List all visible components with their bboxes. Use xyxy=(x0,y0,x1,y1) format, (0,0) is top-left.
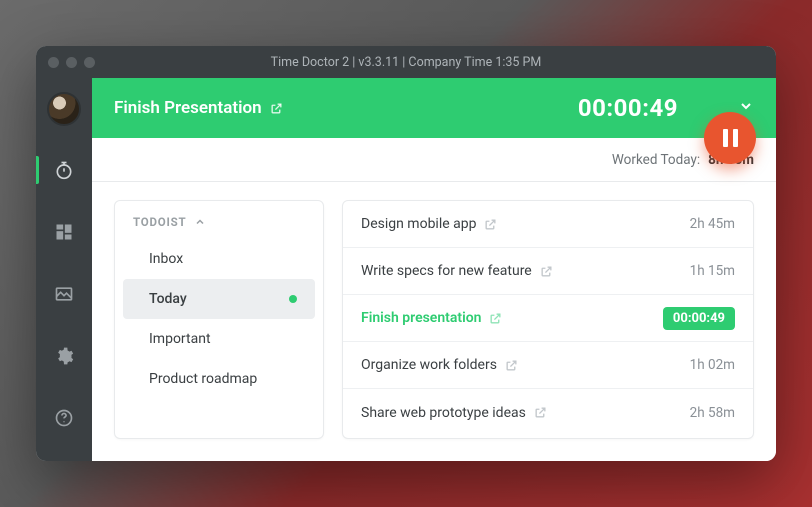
task-time: 2h 45m xyxy=(690,216,735,232)
active-dot-icon xyxy=(289,295,297,303)
folder-label: Inbox xyxy=(149,251,183,267)
window-controls[interactable] xyxy=(48,57,95,68)
folder-label: Important xyxy=(149,331,211,347)
app-window: Time Doctor 2 | v3.3.11 | Company Time 1… xyxy=(36,46,776,461)
task-time: 1h 02m xyxy=(690,357,735,373)
project-panel: TODOIST Inbox Today Important xyxy=(114,200,324,439)
help-icon xyxy=(54,408,74,428)
nav-screenshots[interactable] xyxy=(36,276,92,312)
nav-timer[interactable] xyxy=(36,152,92,188)
stopwatch-icon xyxy=(54,160,74,180)
image-icon xyxy=(54,284,74,304)
current-task-title[interactable]: Finish Presentation xyxy=(114,98,283,118)
pause-button[interactable] xyxy=(704,112,756,164)
gear-icon xyxy=(54,346,74,366)
folder-important[interactable]: Important xyxy=(123,319,315,359)
folder-today[interactable]: Today xyxy=(123,279,315,319)
task-row[interactable]: Write specs for new feature 1h 15m xyxy=(343,248,753,295)
grid-icon xyxy=(54,222,74,242)
folder-inbox[interactable]: Inbox xyxy=(123,239,315,279)
window-title: Time Doctor 2 | v3.3.11 | Company Time 1… xyxy=(36,55,776,70)
external-link-icon xyxy=(489,312,502,325)
timer-header: Finish Presentation 00:00:49 xyxy=(92,78,776,138)
close-dot[interactable] xyxy=(48,57,59,68)
task-name: Organize work folders xyxy=(361,357,497,373)
external-link-icon xyxy=(484,218,497,231)
sidebar xyxy=(36,78,92,461)
task-row[interactable]: Organize work folders 1h 02m xyxy=(343,342,753,389)
nav-dashboard[interactable] xyxy=(36,214,92,250)
task-name: Write specs for new feature xyxy=(361,263,532,279)
external-link-icon xyxy=(270,102,283,115)
task-panel: Design mobile app 2h 45m Write specs for… xyxy=(342,200,754,439)
pause-icon xyxy=(723,129,738,147)
titlebar: Time Doctor 2 | v3.3.11 | Company Time 1… xyxy=(36,46,776,78)
external-link-icon xyxy=(540,265,553,278)
folder-label: Today xyxy=(149,291,187,307)
folder-list: Inbox Today Important Product roadmap xyxy=(115,239,323,399)
timer-display: 00:00:49 xyxy=(578,94,678,122)
task-time: 00:00:49 xyxy=(663,307,735,330)
chevron-up-icon xyxy=(194,216,206,228)
nav-help[interactable] xyxy=(36,400,92,436)
current-task-name: Finish Presentation xyxy=(114,98,262,118)
task-row-active[interactable]: Finish presentation 00:00:49 xyxy=(343,295,753,342)
task-name: Share web prototype ideas xyxy=(361,405,526,421)
main-area: Finish Presentation 00:00:49 Worked Toda… xyxy=(92,78,776,461)
task-name: Design mobile app xyxy=(361,216,476,232)
worked-today-label: Worked Today: xyxy=(612,152,700,168)
maximize-dot[interactable] xyxy=(84,57,95,68)
avatar[interactable] xyxy=(47,92,81,126)
task-row[interactable]: Design mobile app 2h 45m xyxy=(343,201,753,248)
external-link-icon xyxy=(534,406,547,419)
folder-label: Product roadmap xyxy=(149,371,257,387)
minimize-dot[interactable] xyxy=(66,57,77,68)
folder-product-roadmap[interactable]: Product roadmap xyxy=(123,359,315,399)
nav-settings[interactable] xyxy=(36,338,92,374)
external-link-icon xyxy=(505,359,518,372)
worked-today-row: Worked Today: 8h 15m xyxy=(92,138,776,182)
task-row[interactable]: Share web prototype ideas 2h 58m xyxy=(343,389,753,436)
task-time: 2h 58m xyxy=(690,405,735,421)
chevron-down-icon xyxy=(738,98,754,114)
task-name: Finish presentation xyxy=(361,310,481,326)
task-time: 1h 15m xyxy=(690,263,735,279)
integration-title: TODOIST xyxy=(133,215,186,229)
integration-header[interactable]: TODOIST xyxy=(115,215,323,239)
